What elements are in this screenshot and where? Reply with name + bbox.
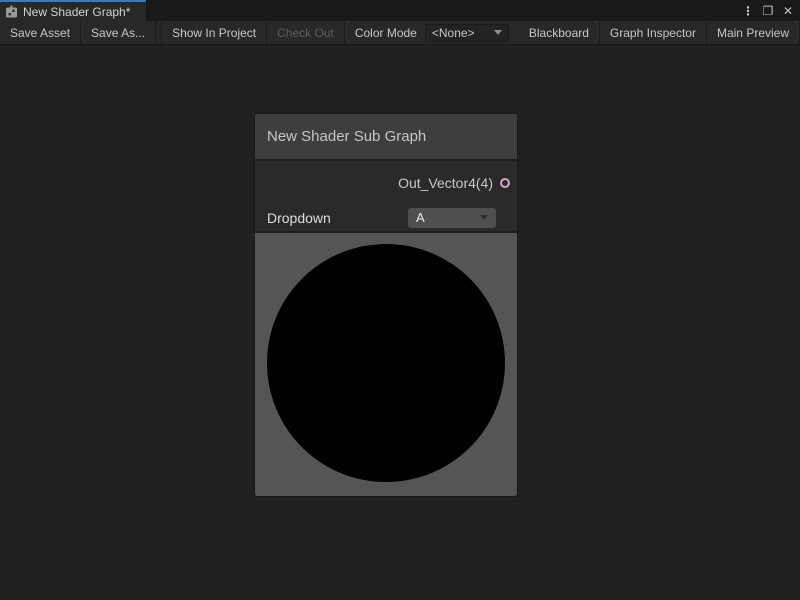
save-asset-button[interactable]: Save Asset — [0, 21, 81, 44]
save-as-button[interactable]: Save As... — [81, 21, 156, 44]
chevron-down-icon — [480, 215, 488, 220]
close-icon[interactable]: ✕ — [780, 3, 796, 19]
dropdown-value-select[interactable]: A — [408, 208, 496, 228]
shader-graph-window: New Shader Graph* ⋮ ❐ ✕ Save Asset Save … — [0, 0, 800, 600]
tab-strip: New Shader Graph* ⋮ ❐ ✕ — [0, 0, 800, 21]
sub-graph-output-node[interactable]: New Shader Sub Graph Out_Vector4(4) Drop… — [254, 113, 518, 497]
show-in-project-button[interactable]: Show In Project — [162, 21, 267, 44]
check-out-button: Check Out — [267, 21, 345, 44]
vector4-port-icon[interactable] — [500, 178, 510, 188]
blackboard-toggle-button[interactable]: Blackboard — [519, 21, 600, 44]
node-title: New Shader Sub Graph — [267, 128, 426, 145]
window-menu-icon[interactable]: ⋮ — [740, 3, 756, 19]
dropdown-row: Dropdown A — [255, 204, 517, 231]
color-mode-dropdown[interactable]: <None> — [425, 24, 509, 42]
maximize-icon[interactable]: ❐ — [760, 3, 776, 19]
chevron-down-icon — [494, 30, 502, 35]
tab-new-shader-graph[interactable]: New Shader Graph* — [0, 0, 146, 21]
color-mode-value: <None> — [432, 26, 475, 40]
dropdown-selected-value: A — [416, 210, 425, 225]
output-port-label: Out_Vector4(4) — [398, 175, 493, 191]
toolbar: Save Asset Save As... Show In Project Ch… — [0, 21, 800, 45]
graph-inspector-toggle-button[interactable]: Graph Inspector — [600, 21, 707, 44]
shader-preview-sphere — [267, 244, 505, 482]
shader-graph-icon — [5, 5, 18, 18]
dropdown-label: Dropdown — [267, 210, 408, 226]
node-title-bar[interactable]: New Shader Sub Graph — [255, 114, 517, 161]
window-controls: ⋮ ❐ ✕ — [740, 0, 800, 21]
output-port-row: Out_Vector4(4) — [255, 161, 517, 204]
shader-preview-area[interactable] — [255, 231, 517, 496]
tab-title: New Shader Graph* — [23, 5, 130, 19]
main-preview-toggle-button[interactable]: Main Preview — [707, 21, 800, 44]
color-mode-label: Color Mode — [345, 21, 425, 44]
